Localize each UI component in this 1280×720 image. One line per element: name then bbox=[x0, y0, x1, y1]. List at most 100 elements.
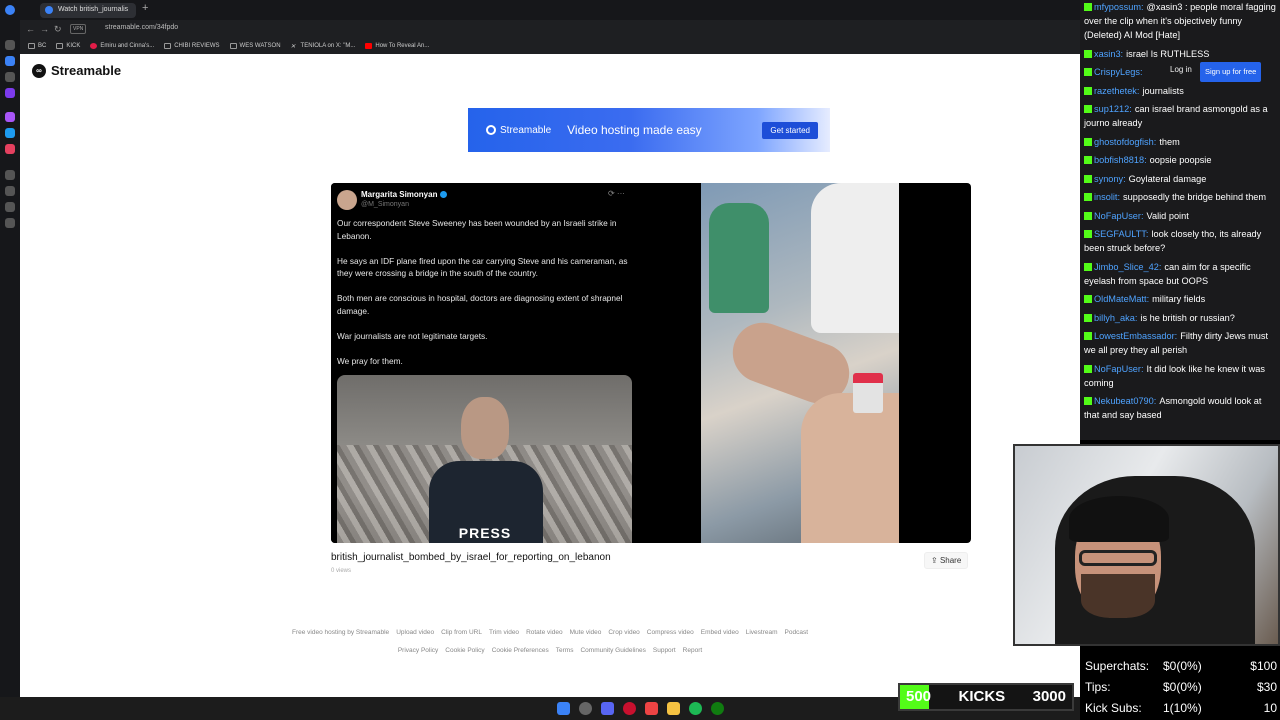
discord-icon[interactable] bbox=[601, 702, 614, 715]
url-field[interactable]: streamable.com/34fpdo bbox=[105, 24, 178, 31]
bookmark[interactable]: WES WATSON bbox=[229, 43, 281, 49]
kick-badge-icon bbox=[1084, 156, 1092, 164]
reload-icon[interactable]: ↻ bbox=[54, 24, 62, 35]
windows-start-icon[interactable] bbox=[557, 702, 570, 715]
stat-row: Kick Subs: 1(10%) 10 bbox=[1085, 701, 1277, 715]
file-explorer-icon[interactable] bbox=[667, 702, 680, 715]
view-count: 0 views bbox=[331, 568, 352, 574]
chat-username[interactable]: Jimbo_Slice_42: bbox=[1094, 262, 1161, 272]
tweet-frame: Margarita Simonyan @M_Simonyan ⟳ ··· Our… bbox=[331, 183, 701, 543]
tweet-photo: PRESS bbox=[337, 375, 632, 543]
chat-text: military fields bbox=[1152, 294, 1206, 304]
footer-link[interactable]: Cookie Preferences bbox=[492, 647, 549, 654]
chat-username[interactable]: sup1212: bbox=[1094, 104, 1132, 114]
chat-username[interactable]: SEGFAULTT: bbox=[1094, 229, 1148, 239]
opera-icon[interactable] bbox=[623, 702, 636, 715]
chat-text: israel Is RUTHLESS bbox=[1126, 48, 1210, 59]
footer-link[interactable]: Clip from URL bbox=[441, 629, 482, 636]
bookmark[interactable]: How To Reveal An... bbox=[365, 43, 429, 49]
folder-icon bbox=[56, 43, 64, 49]
video-player[interactable]: Margarita Simonyan @M_Simonyan ⟳ ··· Our… bbox=[331, 183, 971, 543]
chat-username[interactable]: mfypossum: bbox=[1094, 2, 1144, 12]
sidebar-app-icon[interactable] bbox=[5, 112, 15, 122]
footer-link[interactable]: Support bbox=[653, 647, 676, 654]
sidebar-app-icon[interactable] bbox=[5, 144, 15, 154]
chat-username[interactable]: insolit: bbox=[1094, 192, 1120, 202]
chat-username[interactable]: OldMateMatt: bbox=[1094, 294, 1149, 304]
bookmark[interactable]: Emiru and Cinna's... bbox=[90, 43, 154, 49]
kick-badge-icon bbox=[1084, 105, 1092, 113]
chat-username[interactable]: ghostofdogfish: bbox=[1094, 137, 1156, 147]
browser-sidebar bbox=[0, 0, 20, 697]
footer-link[interactable]: Embed video bbox=[701, 629, 739, 636]
share-button[interactable]: ⇪ Share bbox=[924, 552, 969, 569]
footer-link[interactable]: Privacy Policy bbox=[398, 647, 438, 654]
chat-username[interactable]: billyh_aka: bbox=[1094, 313, 1137, 323]
ad-banner[interactable]: Streamable Video hosting made easy Get s… bbox=[468, 108, 830, 152]
login-link[interactable]: Log in bbox=[1170, 63, 1192, 77]
chat-username[interactable]: Nekubeat0790: bbox=[1094, 396, 1156, 406]
xbox-icon[interactable] bbox=[711, 702, 724, 715]
footer-link[interactable]: Compress video bbox=[647, 629, 694, 636]
footer-link[interactable]: Terms bbox=[556, 647, 574, 654]
footer-link[interactable]: Community Guidelines bbox=[580, 647, 645, 654]
bookmarks-bar: BC KICK Emiru and Cinna's... CHIBI REVIE… bbox=[20, 38, 1080, 54]
footer-link[interactable]: Upload video bbox=[396, 629, 434, 636]
footer-links: Free video hosting by Streamable Upload … bbox=[20, 629, 1080, 636]
footer-link[interactable]: Trim video bbox=[489, 629, 519, 636]
tab-active[interactable]: Watch british_journalis bbox=[40, 3, 136, 18]
bookmark[interactable]: KICK bbox=[56, 43, 80, 49]
chat-username[interactable]: NoFapUser: bbox=[1094, 211, 1144, 221]
bookmark[interactable]: BC bbox=[28, 43, 46, 49]
signup-button[interactable]: Sign up for free bbox=[1200, 62, 1262, 82]
kicks-goal-bar: 500 KICKS 3000 bbox=[898, 683, 1074, 711]
footer-link[interactable]: Report bbox=[683, 647, 703, 654]
chat-username[interactable]: xasin3: bbox=[1094, 49, 1123, 59]
chat-username[interactable]: CrispyLegs: bbox=[1094, 67, 1143, 77]
footer-link[interactable]: Crop video bbox=[608, 629, 639, 636]
spotify-icon[interactable] bbox=[689, 702, 702, 715]
folder-icon bbox=[164, 43, 172, 49]
sidebar-app-icon[interactable] bbox=[5, 218, 15, 228]
footer-link[interactable]: Rotate video bbox=[526, 629, 563, 636]
chat-message: billyh_aka: is he british or russian? bbox=[1080, 311, 1280, 325]
chat-username[interactable]: NoFapUser: bbox=[1094, 364, 1144, 374]
chat-message: bobfish8818: oopsie poopsie bbox=[1080, 153, 1280, 167]
kick-badge-icon bbox=[1084, 397, 1092, 405]
kick-badge-icon bbox=[1084, 174, 1092, 183]
footer-link[interactable]: Livestream bbox=[746, 629, 778, 636]
chat-username[interactable]: synony: bbox=[1094, 174, 1126, 184]
sidebar-app-icon[interactable] bbox=[5, 202, 15, 212]
browser-logo-icon[interactable] bbox=[5, 5, 15, 15]
streamable-mark-icon bbox=[486, 125, 496, 135]
sidebar-app-icon[interactable] bbox=[5, 40, 15, 50]
chat-text: them bbox=[1159, 136, 1180, 147]
bookmark[interactable]: ✕ TENIOLA on X: "M... bbox=[291, 43, 356, 50]
streamable-logo[interactable]: ∞ Streamable bbox=[32, 63, 121, 78]
new-tab-button[interactable]: + bbox=[142, 2, 148, 14]
footer-link[interactable]: Cookie Policy bbox=[445, 647, 484, 654]
get-started-button[interactable]: Get started bbox=[762, 122, 818, 139]
sidebar-app-icon[interactable] bbox=[5, 88, 15, 98]
footer-link[interactable]: Free video hosting by Streamable bbox=[292, 629, 389, 636]
bookmark[interactable]: CHIBI REVIEWS bbox=[164, 43, 220, 49]
chat-username[interactable]: LowestEmbassador: bbox=[1094, 331, 1177, 341]
search-icon[interactable] bbox=[579, 702, 592, 715]
tab-title: Watch british_journalis bbox=[58, 6, 129, 13]
back-icon[interactable]: ← bbox=[26, 24, 35, 34]
sidebar-app-icon[interactable] bbox=[5, 72, 15, 82]
forward-icon[interactable]: → bbox=[40, 24, 49, 34]
chat-username[interactable]: bobfish8818: bbox=[1094, 155, 1147, 165]
stat-row: Superchats: $0(0%) $100 bbox=[1085, 659, 1277, 673]
sidebar-app-icon[interactable] bbox=[5, 170, 15, 180]
app-icon[interactable] bbox=[645, 702, 658, 715]
bookmark-favicon-icon bbox=[90, 43, 98, 49]
chat-username[interactable]: razethetek: bbox=[1094, 86, 1139, 96]
vpn-badge[interactable]: VPN bbox=[70, 24, 87, 34]
footer-link[interactable]: Mute video bbox=[570, 629, 602, 636]
footer-link[interactable]: Podcast bbox=[785, 629, 809, 636]
sidebar-app-icon[interactable] bbox=[5, 56, 15, 66]
sidebar-app-icon[interactable] bbox=[5, 128, 15, 138]
sidebar-app-icon[interactable] bbox=[5, 186, 15, 196]
chat-message: synony: Goylateral damage bbox=[1080, 172, 1280, 186]
